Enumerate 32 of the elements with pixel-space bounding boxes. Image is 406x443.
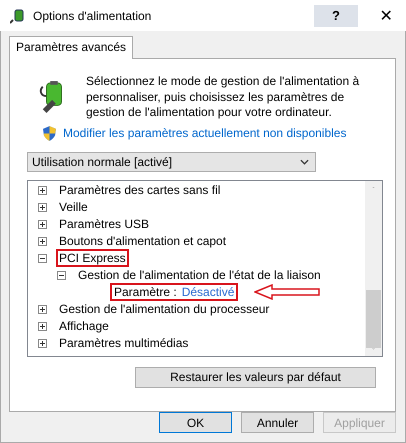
tree-item[interactable]: PCI Express [56, 249, 129, 267]
battery-plug-icon [10, 8, 26, 24]
setting-value[interactable]: Paramètre : Désactivé [110, 283, 238, 301]
expand-icon[interactable] [38, 186, 47, 194]
dialog-button[interactable]: OK [159, 412, 232, 433]
expand-icon[interactable] [38, 304, 47, 314]
collapse-icon[interactable] [57, 270, 66, 280]
arrow-annotation [254, 284, 320, 300]
tree-item[interactable]: Boutons d'alimentation et capot [56, 232, 230, 250]
shield-icon [43, 126, 56, 140]
window-title: Options d'alimentation [33, 8, 152, 22]
tree-item[interactable]: Gestion de l'alimentation de l'état de la liaison [75, 266, 324, 284]
tree-item[interactable]: Paramètres des cartes sans fil [56, 181, 224, 199]
instructions-text: Sélectionnez le mode de gestion de l'alimentation à personnaliser, puis choisissez les paramètres de gestion de l'alimentation pour votre ordinateur. [86, 74, 360, 120]
settings-link[interactable]: Modifier les paramètres actuellement non disponibles [63, 126, 346, 140]
collapse-icon[interactable] [38, 254, 47, 262]
tree-item[interactable]: Veille [56, 198, 91, 216]
tree-item[interactable]: Paramètres USB [56, 215, 152, 233]
expand-icon[interactable] [38, 338, 47, 348]
tab[interactable]: Paramètres avancés [9, 36, 134, 59]
tree-item[interactable]: Affichage [56, 317, 112, 335]
dialog-button[interactable]: Annuler [241, 412, 314, 433]
expand-icon[interactable] [38, 202, 47, 212]
expand-icon[interactable] [38, 236, 47, 246]
caret-icon [300, 158, 309, 164]
tree-item[interactable]: Gestion de l'alimentation du processeur [56, 300, 272, 318]
plan-dropdown[interactable]: Utilisation normale [activé] [27, 152, 316, 172]
restore-defaults-button[interactable]: Restaurer les valeurs par défaut [135, 366, 376, 388]
expand-icon[interactable] [38, 220, 47, 228]
tree-item[interactable]: Paramètres multimédias [56, 334, 192, 352]
help-button[interactable]: ? [314, 4, 358, 26]
expand-icon[interactable] [38, 322, 47, 330]
